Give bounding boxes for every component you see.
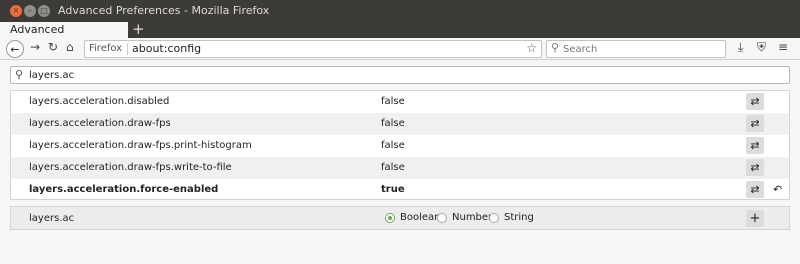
search-input[interactable] — [563, 42, 713, 56]
navigation-toolbar: ← → ↻ ⌂ Firefox about:config ☆ ⚲ ⤓ ⛨ ≡ — [0, 38, 800, 60]
reload-button[interactable]: ↻ — [48, 40, 58, 54]
radio-icon — [437, 212, 447, 223]
pref-name: layers.acceleration.disabled — [29, 96, 170, 107]
bookmark-star-icon[interactable]: ☆ — [526, 41, 537, 55]
maximize-window-button[interactable]: □ — [38, 5, 50, 17]
pref-row[interactable]: layers.acceleration.draw-fps false ⇄ — [11, 113, 789, 135]
site-identity-label[interactable]: Firefox — [89, 43, 122, 54]
pref-name: layers.acceleration.draw-fps — [29, 118, 171, 129]
search-bar[interactable]: ⚲ — [546, 40, 726, 58]
tab-strip: Advanced Preferences + — [0, 20, 800, 49]
search-icon: ⚲ — [15, 68, 24, 81]
toggle-icon[interactable]: ⇄ — [746, 159, 764, 176]
home-button[interactable]: ⌂ — [66, 40, 74, 54]
window-title: Advanced Preferences - Mozilla Firefox — [58, 4, 270, 17]
pref-value: false — [381, 96, 405, 107]
add-preference-row: layers.ac Boolean Number String + — [10, 206, 790, 230]
type-radio-boolean[interactable]: Boolean — [385, 212, 441, 223]
pref-name: layers.acceleration.draw-fps.print-histo… — [29, 140, 252, 151]
pref-name: layers.acceleration.force-enabled — [29, 184, 219, 195]
pref-name: layers.acceleration.draw-fps.write-to-fi… — [29, 162, 232, 173]
radio-icon — [489, 212, 499, 223]
pref-row[interactable]: layers.acceleration.draw-fps.print-histo… — [11, 135, 789, 157]
shield-icon[interactable]: ⛨ — [757, 40, 766, 55]
downloads-icon[interactable]: ⤓ — [738, 40, 743, 55]
close-window-button[interactable]: × — [10, 5, 22, 17]
new-pref-name[interactable]: layers.ac — [29, 213, 74, 224]
type-label: Boolean — [400, 212, 441, 223]
back-button[interactable]: ← — [6, 40, 24, 58]
pref-value: false — [381, 118, 405, 129]
add-button[interactable]: + — [746, 210, 764, 227]
url-divider — [127, 43, 128, 55]
minimize-window-button[interactable]: – — [24, 5, 36, 17]
pref-row-modified[interactable]: layers.acceleration.force-enabled true ⇄… — [11, 179, 789, 201]
preference-filter[interactable]: ⚲ — [10, 66, 790, 84]
window-titlebar: × – □ Advanced Preferences - Mozilla Fir… — [0, 0, 800, 22]
menu-icon[interactable]: ≡ — [778, 40, 788, 54]
toggle-icon[interactable]: ⇄ — [746, 137, 764, 154]
filter-input[interactable] — [29, 68, 769, 82]
toggle-icon[interactable]: ⇄ — [746, 181, 764, 198]
pref-row[interactable]: layers.acceleration.draw-fps.write-to-fi… — [11, 157, 789, 179]
search-icon: ⚲ — [551, 41, 560, 54]
type-radio-number[interactable]: Number — [437, 212, 492, 223]
preferences-list: layers.acceleration.disabled false ⇄ lay… — [10, 90, 790, 200]
type-radio-string[interactable]: String — [489, 212, 534, 223]
type-label: String — [504, 212, 534, 223]
pref-value: true — [381, 184, 405, 195]
pref-value: false — [381, 162, 405, 173]
new-tab-button[interactable]: + — [132, 20, 145, 38]
url-bar[interactable]: Firefox about:config ☆ — [84, 40, 542, 58]
toggle-icon[interactable]: ⇄ — [746, 93, 764, 110]
pref-row[interactable]: layers.acceleration.disabled false ⇄ — [11, 91, 789, 113]
reset-icon[interactable]: ↶ — [773, 183, 782, 196]
pref-value: false — [381, 140, 405, 151]
forward-button[interactable]: → — [30, 40, 40, 54]
url-text[interactable]: about:config — [132, 42, 201, 55]
tab-advanced-preferences[interactable]: Advanced Preferences — [0, 22, 128, 49]
toggle-icon[interactable]: ⇄ — [746, 115, 764, 132]
type-label: Number — [452, 212, 493, 223]
radio-icon — [385, 212, 395, 223]
